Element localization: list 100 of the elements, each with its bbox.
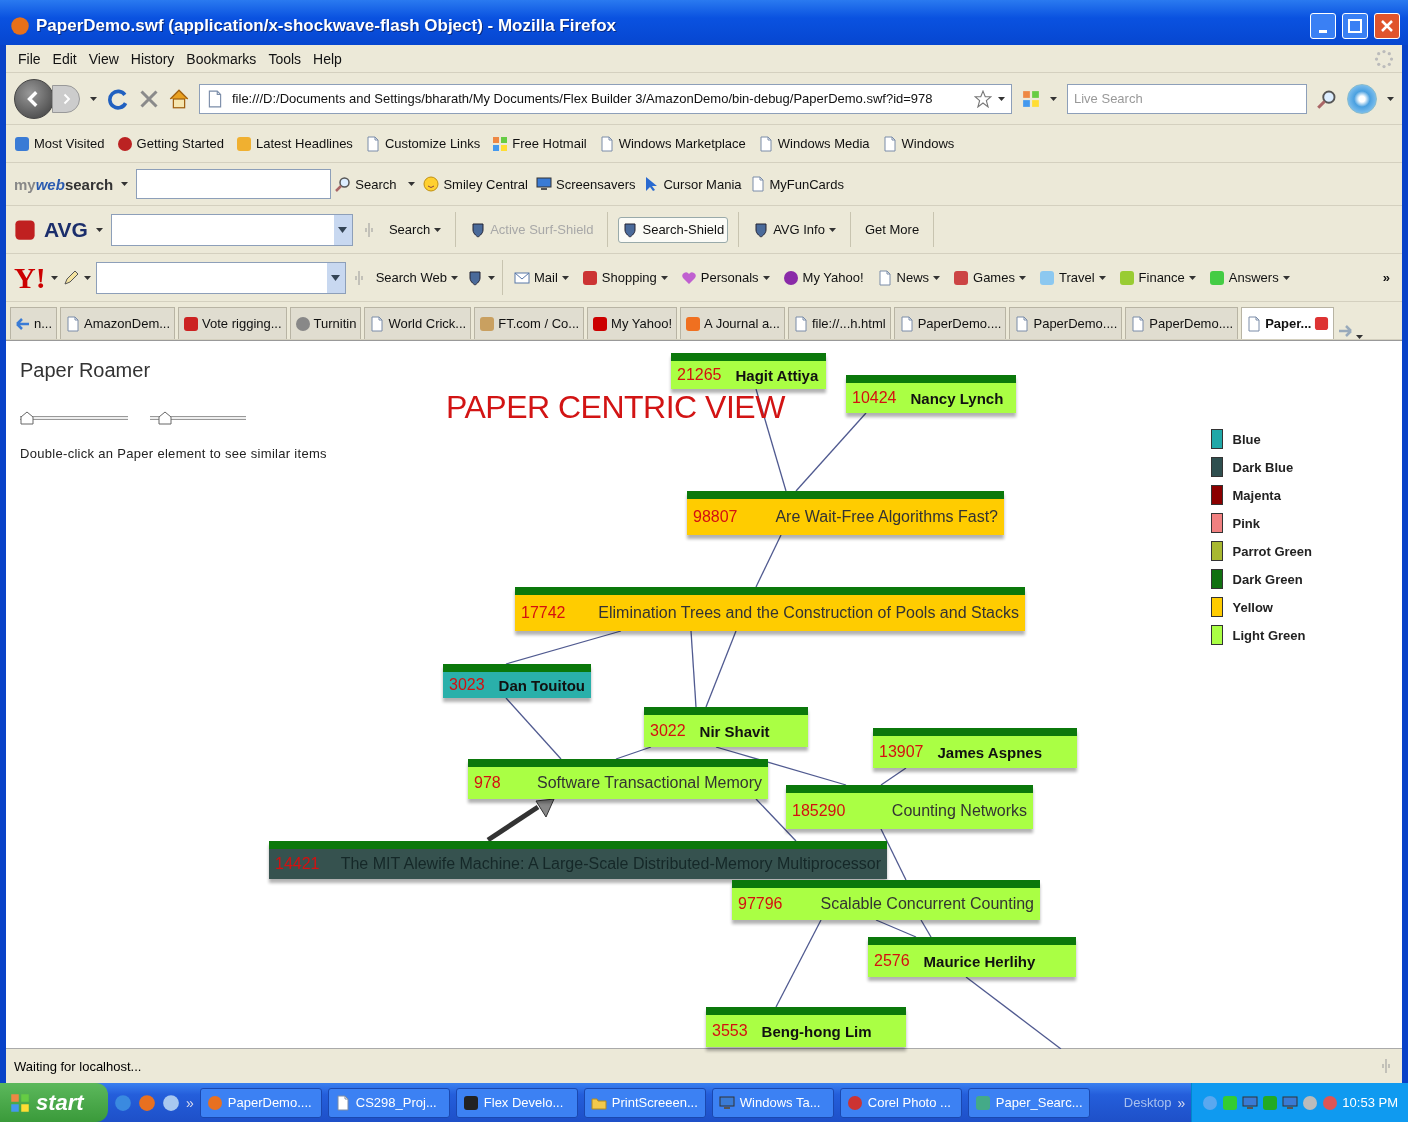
dropdown-button[interactable] xyxy=(326,262,345,293)
toolbar-button[interactable]: Search xyxy=(384,217,446,242)
menu-item[interactable]: Help xyxy=(309,50,346,67)
caret-icon[interactable] xyxy=(660,275,668,280)
toolbar-button[interactable]: Travel xyxy=(1034,264,1110,291)
author-node[interactable]: 13907 James Aspnes xyxy=(873,728,1077,768)
toolbar-button[interactable]: Personals xyxy=(676,264,774,291)
star-icon[interactable] xyxy=(974,89,992,108)
toolbar-link[interactable]: Cursor Mania xyxy=(643,176,742,192)
task-button[interactable]: Windows Ta... xyxy=(711,1087,834,1118)
toolbar-search-field[interactable] xyxy=(110,213,353,246)
caret-icon[interactable] xyxy=(561,275,569,280)
bookmark-item[interactable]: Getting Started xyxy=(116,135,225,152)
address-field[interactable]: file:///D:/Documents and Settings/bharath/My Documents/Flex Builder 3/AmazonDemo/bin-debug/PaperDemo.swf?id=978 xyxy=(199,83,1012,114)
pencil-icon[interactable] xyxy=(62,269,79,286)
menu-item[interactable]: Edit xyxy=(48,50,81,67)
toolbar-button[interactable]: Games xyxy=(949,264,1030,291)
bookmark-item[interactable]: Free Hotmail xyxy=(492,135,587,152)
caret-icon[interactable] xyxy=(1282,275,1290,280)
shield-icon[interactable] xyxy=(466,269,483,286)
caret-icon[interactable] xyxy=(83,275,91,280)
browser-tab[interactable]: A Journal a... xyxy=(680,307,785,339)
browser-tab[interactable]: Paper... xyxy=(1241,307,1335,339)
overflow-button[interactable]: » xyxy=(1177,1094,1186,1111)
search-button[interactable]: Search xyxy=(331,171,401,197)
toolbar-button[interactable]: My Yahoo! xyxy=(778,264,868,291)
bookmark-item[interactable]: Most Visited xyxy=(14,135,105,152)
slider-thumb[interactable] xyxy=(20,411,34,425)
toolbar-search-field[interactable] xyxy=(95,261,346,294)
author-node[interactable]: 3553 Beng-hong Lim xyxy=(706,1007,906,1047)
browser-tab[interactable]: PaperDemo.... xyxy=(1125,307,1239,339)
caret-icon[interactable] xyxy=(762,275,770,280)
caret-icon[interactable] xyxy=(933,275,941,280)
minimize-button[interactable] xyxy=(1310,12,1336,39)
browser-tab[interactable]: PaperDemo.... xyxy=(1009,307,1123,339)
bookmark-item[interactable]: Customize Links xyxy=(364,135,481,152)
caret-icon[interactable] xyxy=(1050,96,1057,101)
browser-tab[interactable]: World Crick... xyxy=(364,307,472,339)
reload-icon[interactable] xyxy=(107,87,129,110)
close-button[interactable] xyxy=(1374,12,1400,39)
back-button[interactable] xyxy=(14,78,54,119)
caret-icon[interactable] xyxy=(450,275,458,280)
round-button[interactable] xyxy=(1347,83,1377,114)
menu-item[interactable]: View xyxy=(84,50,123,67)
caret-icon[interactable] xyxy=(828,227,836,232)
toolbar-button[interactable]: Answers xyxy=(1204,264,1294,291)
caret-icon[interactable] xyxy=(1188,275,1196,280)
toolbar-button[interactable]: Shopping xyxy=(577,264,672,291)
toolbar-link[interactable]: MyFunCards xyxy=(749,176,844,192)
overflow-button[interactable]: » xyxy=(186,1094,194,1111)
browser-tab[interactable]: file://...h.html xyxy=(787,307,891,339)
caret-icon[interactable] xyxy=(1098,275,1106,280)
caret-icon[interactable] xyxy=(408,182,416,186)
browser-tab[interactable]: AmazonDem... xyxy=(60,307,176,339)
caret-icon[interactable] xyxy=(90,96,97,101)
caret-icon[interactable] xyxy=(50,275,58,280)
caret-icon[interactable] xyxy=(1387,96,1394,101)
bookmark-item[interactable]: Windows Media xyxy=(757,135,870,152)
search-button[interactable]: Search Web xyxy=(371,265,462,290)
author-node[interactable]: 10424 Nancy Lynch xyxy=(846,375,1016,413)
menu-item[interactable]: Bookmarks xyxy=(182,50,261,67)
bookmark-item[interactable]: Windows xyxy=(881,135,955,152)
author-node[interactable]: 21265 Hagit Attiya xyxy=(671,353,826,389)
browser-tab[interactable]: n... xyxy=(10,307,58,339)
bookmark-item[interactable]: Windows Marketplace xyxy=(598,135,746,152)
author-node[interactable]: 3022 Nir Shavit xyxy=(644,707,808,747)
caret-icon[interactable] xyxy=(434,227,442,232)
stop-icon[interactable] xyxy=(139,88,159,109)
toolbar-link[interactable]: Smiley Central xyxy=(423,176,528,192)
home-icon[interactable] xyxy=(169,88,189,109)
toolbar-button[interactable]: Mail xyxy=(509,264,573,291)
task-button[interactable]: PrintScreeen... xyxy=(583,1087,706,1118)
caret-icon[interactable] xyxy=(121,182,129,186)
forward-button[interactable] xyxy=(52,84,80,113)
browser-tab[interactable]: Turnitin xyxy=(289,307,362,339)
caret-icon[interactable] xyxy=(998,96,1005,101)
paper-node[interactable]: 98807 Are Wait-Free Algorithms Fast? xyxy=(687,491,1004,535)
menu-item[interactable]: History xyxy=(126,50,179,67)
paper-node[interactable]: 97796 Scalable Concurrent Counting xyxy=(732,880,1040,920)
maximize-button[interactable] xyxy=(1342,12,1368,39)
task-button[interactable]: Flex Develo... xyxy=(455,1087,578,1118)
task-button[interactable]: PaperDemo.... xyxy=(199,1087,322,1118)
browser-tab[interactable]: PaperDemo.... xyxy=(893,307,1007,339)
paper-node[interactable]: 978 Software Transactional Memory xyxy=(468,759,768,799)
search-icon[interactable] xyxy=(1317,88,1337,109)
toolbar-button[interactable]: Finance xyxy=(1114,264,1200,291)
bookmark-item[interactable]: Latest Headlines xyxy=(236,135,353,152)
menu-item[interactable]: File xyxy=(14,50,45,67)
task-button[interactable]: Corel Photo ... xyxy=(839,1087,962,1118)
toolbar-link[interactable]: Screensavers xyxy=(536,176,636,192)
caret-icon[interactable] xyxy=(487,275,495,280)
toolbar-button[interactable]: AVG Info xyxy=(749,216,840,243)
slider-thumb[interactable] xyxy=(158,411,173,425)
task-button[interactable]: CS298_Proj... xyxy=(327,1087,450,1118)
toolbar-search-field[interactable] xyxy=(136,169,332,199)
caret-icon[interactable] xyxy=(95,227,103,232)
paper-node[interactable]: 185290 Counting Networks xyxy=(786,785,1033,829)
toolbar-button[interactable]: Search-Shield xyxy=(618,216,729,243)
toolbar-button[interactable]: Get More xyxy=(860,217,924,242)
author-node[interactable]: 2576 Maurice Herlihy xyxy=(868,937,1076,977)
